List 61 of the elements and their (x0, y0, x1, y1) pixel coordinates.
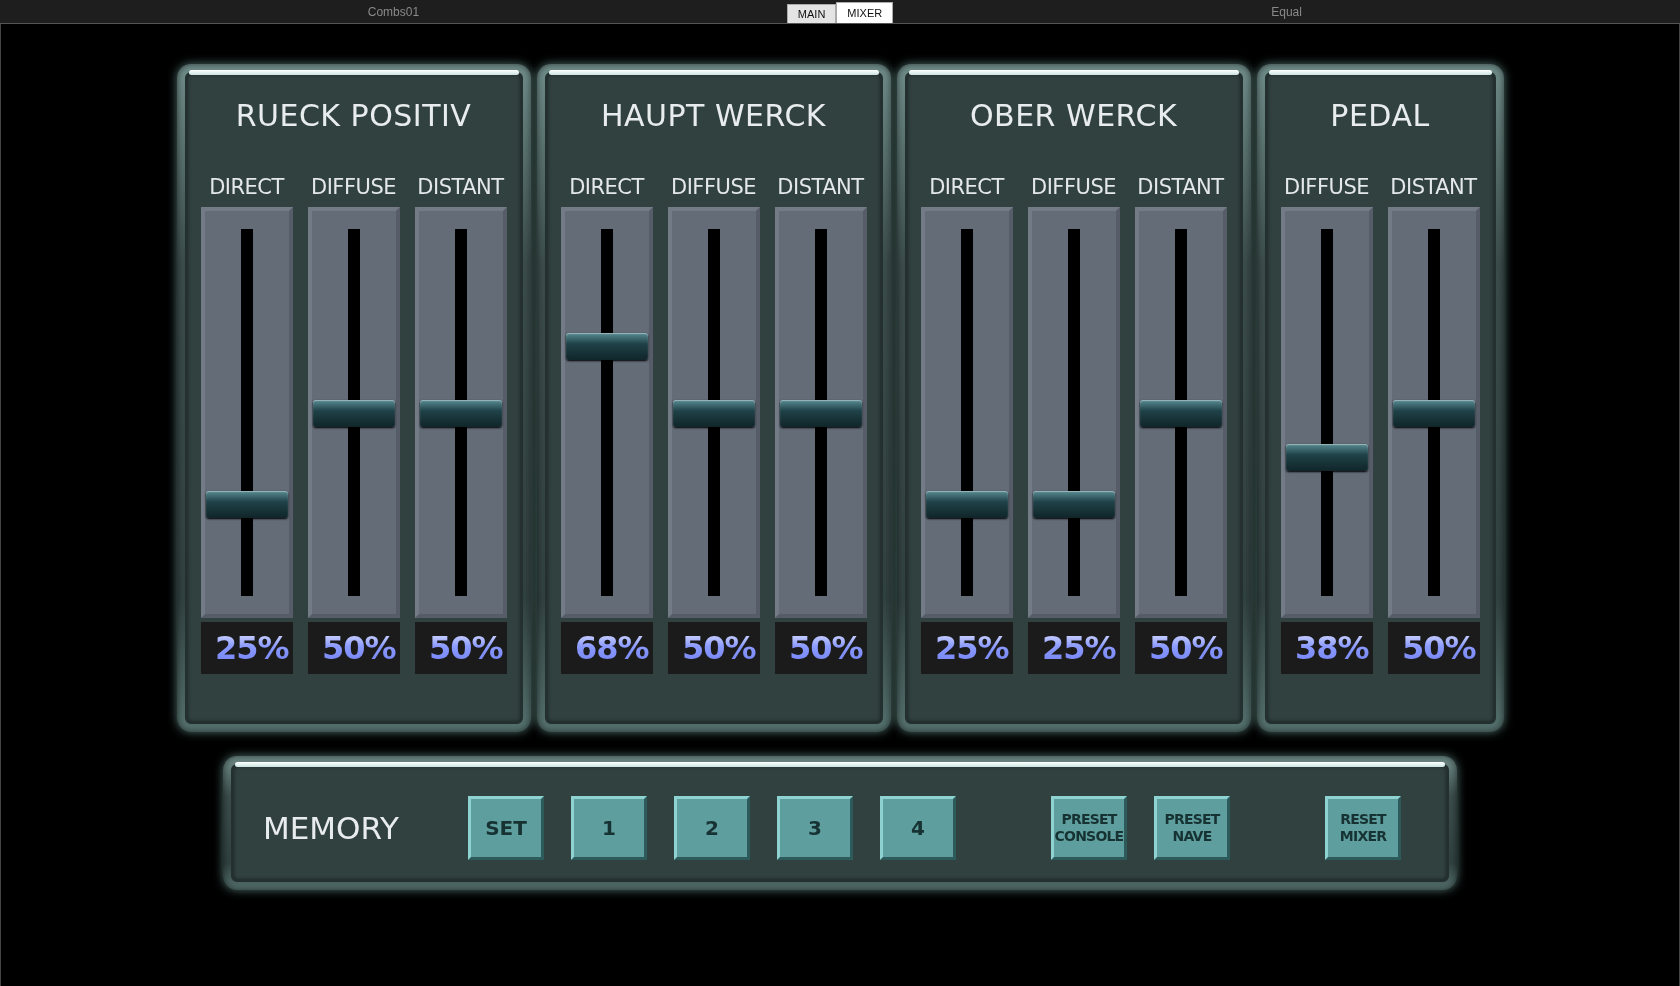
level-readout: 25% (1027, 622, 1120, 674)
fader-handle[interactable] (672, 399, 755, 427)
fader[interactable] (1027, 207, 1120, 618)
fader-handle[interactable] (1285, 443, 1368, 471)
level-readout: 25% (920, 622, 1013, 674)
reset-button[interactable]: RESET MIXER (1325, 796, 1401, 860)
channel-label: DISTANT (1390, 175, 1477, 199)
channel-label: DIRECT (569, 175, 644, 199)
fader[interactable] (667, 207, 760, 618)
memory-button[interactable]: 1 (571, 796, 647, 860)
fader[interactable] (1280, 207, 1373, 618)
level-readout: 50% (1134, 622, 1227, 674)
fader[interactable] (560, 207, 653, 618)
preset-button[interactable]: PRESET CONSOLE (1051, 796, 1127, 860)
fader-handle[interactable] (779, 399, 862, 427)
channel-label: DIFFUSE (671, 175, 756, 199)
division-title: RUECK POSITIV (235, 98, 472, 133)
fader-handle[interactable] (925, 491, 1008, 519)
fader[interactable] (307, 207, 400, 618)
level-readout: 50% (774, 622, 867, 674)
fader[interactable] (920, 207, 1013, 618)
channel-label: DISTANT (417, 175, 504, 199)
level-readout: 68% (560, 622, 653, 674)
division-title: PEDAL (1330, 98, 1430, 133)
fader[interactable] (774, 207, 867, 618)
fader[interactable] (414, 207, 507, 618)
tab[interactable]: MAIN (786, 4, 837, 23)
fader-handle[interactable] (312, 399, 395, 427)
fader-handle[interactable] (419, 399, 502, 427)
fader-handle[interactable] (1392, 399, 1475, 427)
fader-handle[interactable] (1139, 399, 1222, 427)
fader-handle[interactable] (565, 333, 648, 361)
memory-button[interactable]: 3 (777, 796, 853, 860)
division-title: OBER WERCK (969, 98, 1178, 133)
fader-handle[interactable] (205, 491, 288, 519)
channel-label: DISTANT (777, 175, 864, 199)
channel-label: DIFFUSE (1284, 175, 1369, 199)
fader[interactable] (1134, 207, 1227, 618)
channel-label: DIFFUSE (311, 175, 396, 199)
fader[interactable] (1387, 207, 1480, 618)
memory-label: MEMORY (263, 810, 400, 846)
level-readout: 50% (414, 622, 507, 674)
level-readout: 25% (200, 622, 293, 674)
channel-label: DIFFUSE (1031, 175, 1116, 199)
level-readout: 38% (1280, 622, 1373, 674)
channel-label: DIRECT (209, 175, 284, 199)
fader[interactable] (200, 207, 293, 618)
memory-button[interactable]: SET (468, 796, 544, 860)
channel-label: DIRECT (929, 175, 1004, 199)
combination-label: Combs01 (366, 4, 421, 19)
level-readout: 50% (667, 622, 760, 674)
tab[interactable]: MIXER (836, 2, 894, 23)
level-readout: 50% (1387, 622, 1480, 674)
fader-handle[interactable] (1032, 491, 1115, 519)
level-readout: 50% (307, 622, 400, 674)
channel-label: DISTANT (1137, 175, 1224, 199)
preset-button[interactable]: PRESET NAVE (1154, 796, 1230, 860)
memory-button[interactable]: 4 (880, 796, 956, 860)
division-title: HAUPT WERCK (600, 98, 827, 133)
temperament-label: Equal (1270, 4, 1303, 19)
memory-button[interactable]: 2 (674, 796, 750, 860)
